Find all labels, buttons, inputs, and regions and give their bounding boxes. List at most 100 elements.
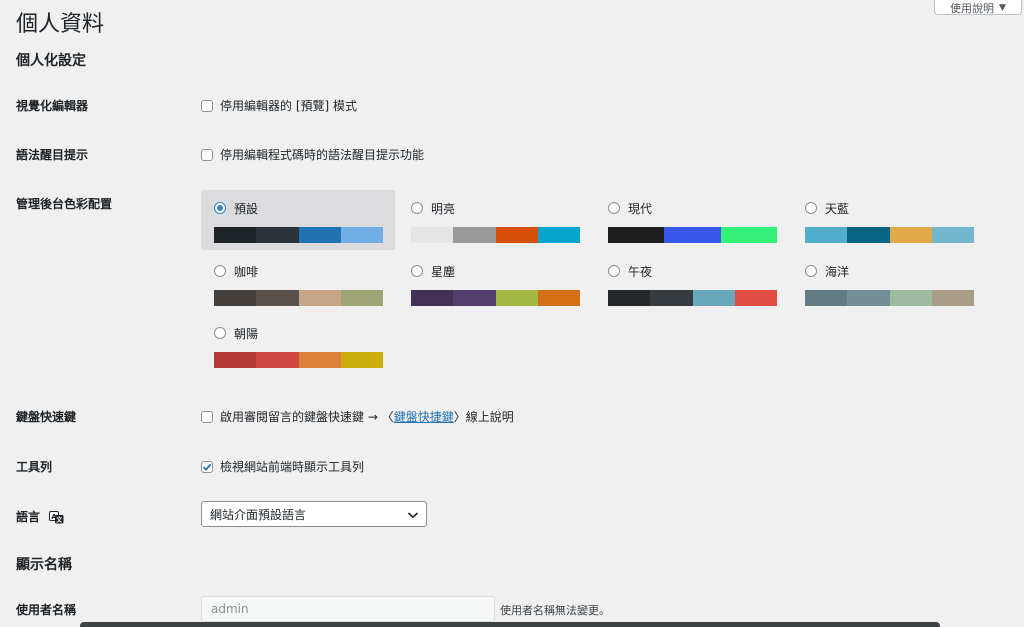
keyboard-shortcuts-checkbox-label: 啟用審閱留言的鍵盤快速鍵 → 〈鍵盤快捷鍵〉線上說明	[220, 408, 514, 425]
color-swatch-strip	[214, 227, 383, 243]
color-scheme-option[interactable]: 明亮	[398, 190, 592, 250]
color-swatch	[453, 290, 496, 306]
help-tab-label: 使用說明	[950, 1, 995, 15]
color-swatch	[340, 227, 383, 243]
toolbar-checkbox[interactable]	[201, 460, 213, 473]
visual-editor-label: 視覺化編輯器	[16, 99, 89, 113]
color-scheme-header: 午夜	[608, 263, 777, 279]
color-scheme-option[interactable]: 天藍	[792, 190, 986, 250]
color-scheme-radio[interactable]	[214, 202, 226, 214]
color-scheme-header: 咖啡	[214, 263, 383, 279]
username-description: 使用者名稱無法變更。	[500, 604, 610, 617]
triangle-down-icon: ▼	[999, 2, 1006, 13]
color-swatch	[805, 290, 848, 306]
color-scheme-option[interactable]: 咖啡	[201, 253, 395, 313]
toolbar-checkbox-label: 檢視網站前端時顯示工具列	[220, 460, 365, 474]
syntax-highlight-checkbox-label: 停用編輯程式碼時的語法醒目提示功能	[220, 148, 425, 162]
svg-text:文: 文	[55, 516, 63, 524]
keyboard-shortcuts-label: 鍵盤快速鍵	[16, 410, 77, 424]
color-scheme-name: 現代	[628, 201, 653, 216]
color-scheme-option[interactable]: 海洋	[792, 253, 986, 313]
syntax-highlight-label: 語法醒目提示	[16, 148, 89, 162]
syntax-highlight-option[interactable]: 停用編輯程式碼時的語法醒目提示功能	[201, 146, 424, 163]
syntax-highlight-checkbox[interactable]	[201, 148, 213, 161]
color-scheme-radio[interactable]	[214, 327, 226, 339]
color-scheme-name: 咖啡	[234, 264, 259, 279]
color-scheme-name: 朝陽	[234, 326, 259, 341]
keyboard-shortcuts-option[interactable]: 啟用審閱留言的鍵盤快速鍵 → 〈鍵盤快捷鍵〉線上說明	[201, 408, 514, 425]
color-swatch-strip	[411, 227, 580, 243]
language-select[interactable]: 網站介面預設語言	[201, 501, 427, 527]
color-swatch	[495, 290, 538, 306]
color-swatch	[650, 290, 693, 306]
username-value: admin	[211, 602, 249, 616]
color-scheme-header: 現代	[608, 200, 777, 216]
color-swatch	[537, 227, 580, 243]
color-scheme-option[interactable]: 星塵	[398, 253, 592, 313]
color-swatch	[847, 290, 890, 306]
color-scheme-radio[interactable]	[805, 265, 817, 277]
color-swatch	[214, 227, 257, 243]
color-swatch	[805, 227, 848, 243]
color-scheme-radio[interactable]	[608, 202, 620, 214]
color-swatch-strip	[805, 227, 974, 243]
personal-options-title: 個人化設定	[16, 53, 86, 69]
visual-editor-option[interactable]: 停用編輯器的 [預覽] 模式	[201, 97, 357, 114]
keyboard-shortcuts-text-after: 〉線上說明	[453, 410, 514, 424]
color-swatch	[495, 227, 538, 243]
color-scheme-header: 海洋	[805, 263, 974, 279]
color-swatch-strip	[608, 290, 777, 306]
color-swatch	[692, 290, 735, 306]
color-scheme-name: 天藍	[825, 201, 850, 216]
color-swatch	[720, 227, 777, 243]
color-scheme-option[interactable]: 朝陽	[201, 315, 395, 375]
keyboard-shortcuts-text: 啟用審閱留言的鍵盤快速鍵 → 〈	[220, 410, 394, 424]
color-swatch	[411, 290, 454, 306]
help-tab-button[interactable]: 使用說明 ▼	[934, 0, 1022, 15]
language-label: 語言	[16, 510, 41, 524]
color-scheme-header: 明亮	[411, 200, 580, 216]
keyboard-shortcuts-doc-link[interactable]: 鍵盤快捷鍵	[394, 410, 454, 424]
color-swatch	[931, 227, 974, 243]
color-swatch	[298, 227, 341, 243]
color-scheme-label: 管理後台色彩配置	[16, 197, 113, 211]
visual-editor-checkbox[interactable]	[201, 99, 213, 112]
color-swatch	[847, 227, 890, 243]
color-scheme-option[interactable]: 午夜	[595, 253, 789, 313]
bottom-overlay-bar	[80, 622, 940, 627]
color-swatch	[889, 227, 932, 243]
color-scheme-option[interactable]: 預設	[201, 190, 395, 250]
color-scheme-radio[interactable]	[608, 265, 620, 277]
color-scheme-header: 預設	[214, 200, 383, 216]
color-scheme-header: 朝陽	[214, 325, 383, 341]
color-swatch-strip	[411, 290, 580, 306]
username-input[interactable]: admin	[201, 596, 495, 622]
color-scheme-radio[interactable]	[805, 202, 817, 214]
keyboard-shortcuts-checkbox[interactable]	[201, 410, 213, 423]
color-swatch	[256, 290, 299, 306]
color-scheme-radio[interactable]	[214, 265, 226, 277]
color-swatch	[214, 352, 257, 368]
color-swatch	[256, 227, 299, 243]
page-title: 個人資料	[16, 12, 105, 37]
color-scheme-radio[interactable]	[411, 202, 423, 214]
color-swatch	[340, 290, 383, 306]
color-swatch	[931, 290, 974, 306]
color-swatch-strip	[214, 352, 383, 368]
color-swatch	[298, 290, 341, 306]
color-swatch-strip	[608, 227, 777, 243]
color-swatch	[411, 227, 454, 243]
color-scheme-name: 明亮	[431, 201, 456, 216]
color-scheme-option[interactable]: 現代	[595, 190, 789, 250]
color-scheme-name: 午夜	[628, 264, 653, 279]
color-swatch	[734, 290, 777, 306]
color-swatch	[664, 227, 721, 243]
color-scheme-name: 星塵	[431, 264, 456, 279]
color-swatch	[608, 227, 665, 243]
toolbar-option[interactable]: 檢視網站前端時顯示工具列	[201, 458, 364, 475]
color-scheme-radio[interactable]	[411, 265, 423, 277]
visual-editor-checkbox-label: 停用編輯器的 [預覽] 模式	[220, 99, 357, 113]
color-swatch-strip	[214, 290, 383, 306]
color-scheme-name: 預設	[234, 201, 259, 216]
language-label-row: 語言 A 文	[16, 508, 64, 525]
